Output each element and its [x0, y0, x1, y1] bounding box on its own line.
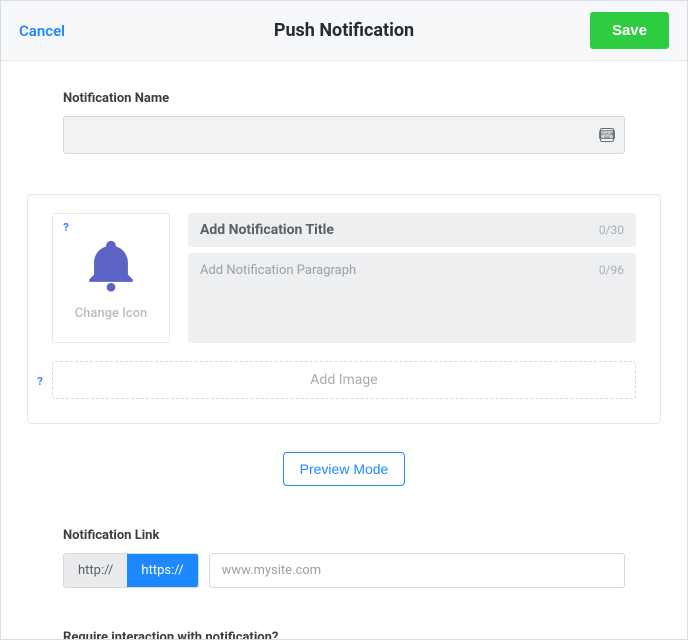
cancel-button[interactable]: Cancel — [19, 22, 65, 40]
notification-name-input[interactable]: ⌨ — [63, 116, 625, 154]
title-placeholder: Add Notification Title — [200, 222, 334, 238]
paragraph-char-counter: 0/96 — [599, 263, 624, 333]
icon-picker[interactable]: ? Change Icon — [52, 213, 170, 343]
notification-preview-card: ? Change Icon Add Notification Title 0/3… — [27, 194, 661, 424]
modal-header: Cancel Push Notification Save — [1, 1, 687, 61]
require-interaction-label: Require interaction with notification? — [63, 630, 625, 639]
change-icon-label: Change Icon — [75, 306, 148, 321]
protocol-http[interactable]: http:// — [64, 554, 127, 587]
modal-body[interactable]: Notification Name ⌨ ? Change Icon Add No… — [1, 61, 687, 639]
modal-title: Push Notification — [1, 20, 687, 41]
protocol-toggle: http:// https:// — [63, 553, 199, 588]
paragraph-placeholder: Add Notification Paragraph — [200, 263, 356, 333]
help-icon[interactable]: ? — [33, 374, 47, 388]
notification-name-label: Notification Name — [63, 91, 625, 106]
keyboard-icon: ⌨ — [600, 128, 614, 142]
preview-mode-button[interactable]: Preview Mode — [283, 452, 406, 486]
notification-link-input[interactable]: www.mysite.com — [209, 553, 625, 588]
link-placeholder: www.mysite.com — [222, 563, 322, 578]
add-image-label: Add Image — [310, 372, 377, 388]
notification-link-label: Notification Link — [63, 528, 625, 543]
protocol-https[interactable]: https:// — [127, 554, 197, 587]
bell-icon — [82, 236, 140, 294]
save-button[interactable]: Save — [590, 12, 669, 49]
notification-title-input[interactable]: Add Notification Title 0/30 — [188, 213, 636, 247]
help-icon[interactable]: ? — [59, 220, 73, 234]
notification-paragraph-input[interactable]: Add Notification Paragraph 0/96 — [188, 253, 636, 343]
add-image-button[interactable]: ? Add Image — [52, 361, 636, 399]
push-notification-modal: Cancel Push Notification Save Notificati… — [0, 0, 688, 640]
title-char-counter: 0/30 — [599, 223, 624, 237]
